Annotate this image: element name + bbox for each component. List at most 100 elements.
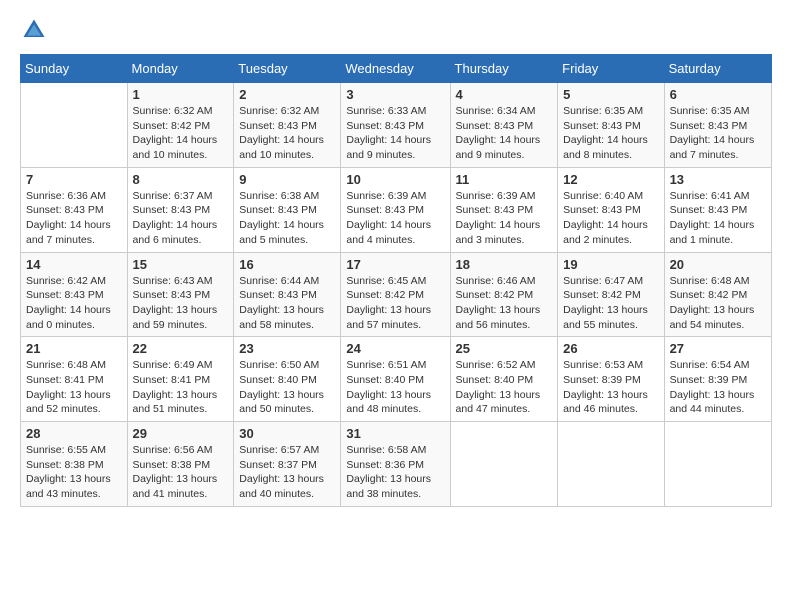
day-number: 7 xyxy=(26,172,122,187)
calendar-body: 1Sunrise: 6:32 AM Sunset: 8:42 PM Daylig… xyxy=(21,83,772,507)
day-info: Sunrise: 6:47 AM Sunset: 8:42 PM Dayligh… xyxy=(563,274,658,333)
calendar-cell: 17 Sunrise: 6:45 AM Sunset: 8:42 PM Dayli… xyxy=(341,252,450,337)
day-number: 29 xyxy=(133,426,229,441)
day-number: 30 xyxy=(239,426,335,441)
calendar-cell: 23 Sunrise: 6:50 AM Sunset: 8:40 PM Dayli… xyxy=(234,337,341,422)
day-info: Sunrise: 6:38 AM Sunset: 8:43 PM Dayligh… xyxy=(239,189,335,248)
calendar-cell: 15 Sunrise: 6:43 AM Sunset: 8:43 PM Dayli… xyxy=(127,252,234,337)
day-number: 11 xyxy=(456,172,553,187)
logo xyxy=(20,16,52,44)
calendar-cell: 7 Sunrise: 6:36 AM Sunset: 8:43 PM Daylig… xyxy=(21,167,128,252)
day-info: Sunrise: 6:56 AM Sunset: 8:38 PM Dayligh… xyxy=(133,443,229,502)
day-info: Sunrise: 6:32 AM Sunset: 8:43 PM Dayligh… xyxy=(239,104,335,163)
weekday-header-monday: Monday xyxy=(127,55,234,83)
day-number: 3 xyxy=(346,87,444,102)
calendar-cell: 22Sunrise: 6:49 AM Sunset: 8:41 PM Dayli… xyxy=(127,337,234,422)
day-number: 23 xyxy=(239,341,335,356)
day-number: 18 xyxy=(456,257,553,272)
calendar-cell: 4Sunrise: 6:34 AM Sunset: 8:43 PM Daylig… xyxy=(450,83,558,168)
weekday-header-tuesday: Tuesday xyxy=(234,55,341,83)
calendar-week-row: 14Sunrise: 6:42 AM Sunset: 8:43 PM Dayli… xyxy=(21,252,772,337)
day-number: 21 xyxy=(26,341,122,356)
calendar-cell: 29 Sunrise: 6:56 AM Sunset: 8:38 PM Dayli… xyxy=(127,422,234,507)
calendar-table: SundayMondayTuesdayWednesdayThursdayFrid… xyxy=(20,54,772,507)
day-number: 27 xyxy=(670,341,766,356)
calendar-cell: 1Sunrise: 6:32 AM Sunset: 8:42 PM Daylig… xyxy=(127,83,234,168)
calendar-week-row: 7 Sunrise: 6:36 AM Sunset: 8:43 PM Daylig… xyxy=(21,167,772,252)
calendar-cell xyxy=(450,422,558,507)
day-number: 8 xyxy=(133,172,229,187)
day-number: 15 xyxy=(133,257,229,272)
day-info: Sunrise: 6:39 AM Sunset: 8:43 PM Dayligh… xyxy=(346,189,444,248)
calendar-cell xyxy=(558,422,664,507)
day-number: 14 xyxy=(26,257,122,272)
day-number: 20 xyxy=(670,257,766,272)
calendar-cell: 26 Sunrise: 6:53 AM Sunset: 8:39 PM Dayli… xyxy=(558,337,664,422)
day-info: Sunrise: 6:43 AM Sunset: 8:43 PM Dayligh… xyxy=(133,274,229,333)
day-number: 12 xyxy=(563,172,658,187)
calendar-cell: 27 Sunrise: 6:54 AM Sunset: 8:39 PM Dayli… xyxy=(664,337,771,422)
day-info: Sunrise: 6:39 AM Sunset: 8:43 PM Dayligh… xyxy=(456,189,553,248)
day-info: Sunrise: 6:44 AM Sunset: 8:43 PM Dayligh… xyxy=(239,274,335,333)
page: SundayMondayTuesdayWednesdayThursdayFrid… xyxy=(0,0,792,612)
calendar-cell xyxy=(21,83,128,168)
calendar-cell: 28Sunrise: 6:55 AM Sunset: 8:38 PM Dayli… xyxy=(21,422,128,507)
day-info: Sunrise: 6:40 AM Sunset: 8:43 PM Dayligh… xyxy=(563,189,658,248)
day-info: Sunrise: 6:35 AM Sunset: 8:43 PM Dayligh… xyxy=(670,104,766,163)
day-info: Sunrise: 6:57 AM Sunset: 8:37 PM Dayligh… xyxy=(239,443,335,502)
day-number: 31 xyxy=(346,426,444,441)
day-info: Sunrise: 6:52 AM Sunset: 8:40 PM Dayligh… xyxy=(456,358,553,417)
day-info: Sunrise: 6:36 AM Sunset: 8:43 PM Dayligh… xyxy=(26,189,122,248)
calendar-cell: 6 Sunrise: 6:35 AM Sunset: 8:43 PM Daylig… xyxy=(664,83,771,168)
day-number: 24 xyxy=(346,341,444,356)
day-number: 26 xyxy=(563,341,658,356)
calendar-cell: 14Sunrise: 6:42 AM Sunset: 8:43 PM Dayli… xyxy=(21,252,128,337)
weekday-header-thursday: Thursday xyxy=(450,55,558,83)
calendar-cell: 16 Sunrise: 6:44 AM Sunset: 8:43 PM Dayli… xyxy=(234,252,341,337)
day-info: Sunrise: 6:53 AM Sunset: 8:39 PM Dayligh… xyxy=(563,358,658,417)
calendar-week-row: 28Sunrise: 6:55 AM Sunset: 8:38 PM Dayli… xyxy=(21,422,772,507)
day-info: Sunrise: 6:51 AM Sunset: 8:40 PM Dayligh… xyxy=(346,358,444,417)
calendar-cell: 5Sunrise: 6:35 AM Sunset: 8:43 PM Daylig… xyxy=(558,83,664,168)
calendar-cell: 30 Sunrise: 6:57 AM Sunset: 8:37 PM Dayli… xyxy=(234,422,341,507)
logo-icon xyxy=(20,16,48,44)
calendar-cell: 19Sunrise: 6:47 AM Sunset: 8:42 PM Dayli… xyxy=(558,252,664,337)
calendar-cell: 10 Sunrise: 6:39 AM Sunset: 8:43 PM Dayli… xyxy=(341,167,450,252)
day-number: 22 xyxy=(133,341,229,356)
calendar-header: SundayMondayTuesdayWednesdayThursdayFrid… xyxy=(21,55,772,83)
day-info: Sunrise: 6:48 AM Sunset: 8:41 PM Dayligh… xyxy=(26,358,122,417)
calendar-cell: 2Sunrise: 6:32 AM Sunset: 8:43 PM Daylig… xyxy=(234,83,341,168)
weekday-header-friday: Friday xyxy=(558,55,664,83)
day-info: Sunrise: 6:54 AM Sunset: 8:39 PM Dayligh… xyxy=(670,358,766,417)
day-info: Sunrise: 6:41 AM Sunset: 8:43 PM Dayligh… xyxy=(670,189,766,248)
day-info: Sunrise: 6:32 AM Sunset: 8:42 PM Dayligh… xyxy=(133,104,229,163)
calendar-cell: 11 Sunrise: 6:39 AM Sunset: 8:43 PM Dayli… xyxy=(450,167,558,252)
calendar-cell: 25Sunrise: 6:52 AM Sunset: 8:40 PM Dayli… xyxy=(450,337,558,422)
day-number: 16 xyxy=(239,257,335,272)
day-number: 10 xyxy=(346,172,444,187)
calendar-cell: 12 Sunrise: 6:40 AM Sunset: 8:43 PM Dayli… xyxy=(558,167,664,252)
day-info: Sunrise: 6:37 AM Sunset: 8:43 PM Dayligh… xyxy=(133,189,229,248)
calendar-cell: 9 Sunrise: 6:38 AM Sunset: 8:43 PM Daylig… xyxy=(234,167,341,252)
calendar-cell: 3 Sunrise: 6:33 AM Sunset: 8:43 PM Daylig… xyxy=(341,83,450,168)
day-number: 17 xyxy=(346,257,444,272)
calendar-cell: 24 Sunrise: 6:51 AM Sunset: 8:40 PM Dayli… xyxy=(341,337,450,422)
header xyxy=(20,16,772,44)
day-number: 5 xyxy=(563,87,658,102)
calendar-cell xyxy=(664,422,771,507)
weekday-header-row: SundayMondayTuesdayWednesdayThursdayFrid… xyxy=(21,55,772,83)
calendar-week-row: 21 Sunrise: 6:48 AM Sunset: 8:41 PM Dayli… xyxy=(21,337,772,422)
calendar-cell: 18 Sunrise: 6:46 AM Sunset: 8:42 PM Dayli… xyxy=(450,252,558,337)
day-info: Sunrise: 6:46 AM Sunset: 8:42 PM Dayligh… xyxy=(456,274,553,333)
weekday-header-wednesday: Wednesday xyxy=(341,55,450,83)
day-number: 28 xyxy=(26,426,122,441)
day-number: 6 xyxy=(670,87,766,102)
day-info: Sunrise: 6:50 AM Sunset: 8:40 PM Dayligh… xyxy=(239,358,335,417)
day-info: Sunrise: 6:58 AM Sunset: 8:36 PM Dayligh… xyxy=(346,443,444,502)
calendar-cell: 13Sunrise: 6:41 AM Sunset: 8:43 PM Dayli… xyxy=(664,167,771,252)
day-number: 9 xyxy=(239,172,335,187)
day-info: Sunrise: 6:33 AM Sunset: 8:43 PM Dayligh… xyxy=(346,104,444,163)
day-info: Sunrise: 6:48 AM Sunset: 8:42 PM Dayligh… xyxy=(670,274,766,333)
day-info: Sunrise: 6:45 AM Sunset: 8:42 PM Dayligh… xyxy=(346,274,444,333)
calendar-cell: 20 Sunrise: 6:48 AM Sunset: 8:42 PM Dayli… xyxy=(664,252,771,337)
